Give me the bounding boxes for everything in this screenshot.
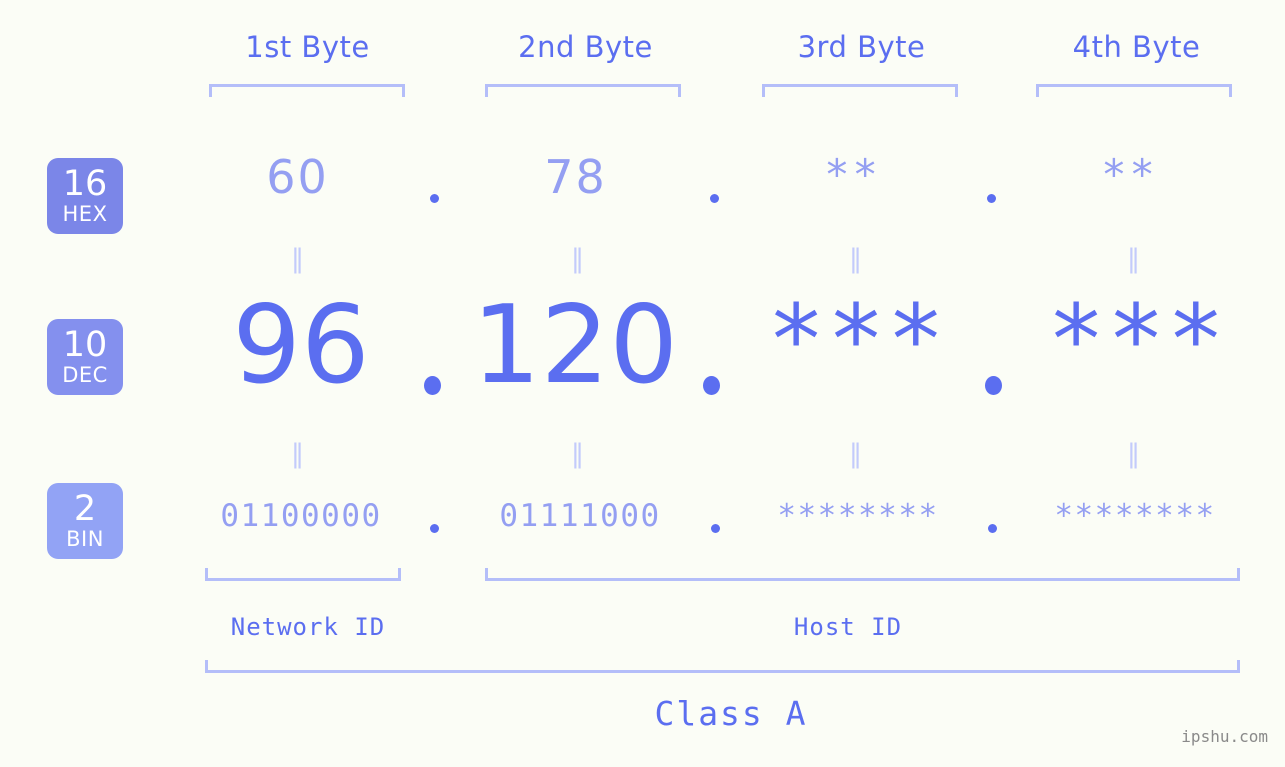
hex-separator-3	[987, 194, 996, 203]
equality-mark-decbin-2: ‖	[571, 439, 585, 469]
equality-mark-hexdec-2: ‖	[571, 244, 585, 274]
byte-header-3: 3rd Byte	[797, 30, 926, 64]
hex-byte-1: 60	[266, 150, 329, 204]
bin-byte-1: 01100000	[220, 498, 382, 534]
bin-byte-3: ********	[777, 498, 939, 534]
hex-byte-4: **	[1101, 150, 1158, 199]
base-badge-dec-number: 10	[62, 325, 108, 365]
class-bracket	[205, 660, 1240, 673]
base-badge-dec-system: DEC	[62, 363, 108, 387]
dec-separator-1	[424, 376, 441, 395]
network-id-bracket	[205, 568, 401, 581]
equality-mark-hexdec-1: ‖	[291, 244, 305, 274]
network-id-label: Network ID	[230, 613, 386, 641]
byte-bracket-1	[209, 84, 405, 97]
equality-mark-decbin-1: ‖	[291, 439, 305, 469]
dec-separator-2	[703, 376, 720, 395]
byte-header-1: 1st Byte	[245, 30, 370, 64]
base-badge-dec: 10 DEC	[47, 319, 123, 395]
hex-byte-2: 78	[544, 150, 607, 204]
base-badge-bin: 2 BIN	[47, 483, 123, 559]
equality-mark-decbin-3: ‖	[849, 439, 863, 469]
equality-mark-hexdec-3: ‖	[849, 244, 863, 274]
equality-mark-hexdec-4: ‖	[1127, 244, 1141, 274]
base-badge-bin-system: BIN	[66, 527, 104, 551]
byte-header-4: 4th Byte	[1072, 30, 1201, 64]
bin-byte-4: ********	[1054, 498, 1216, 534]
bin-separator-2	[711, 524, 720, 533]
byte-bracket-3	[762, 84, 958, 97]
base-badge-hex-number: 16	[62, 164, 108, 204]
bin-separator-1	[430, 524, 439, 533]
byte-bracket-4	[1036, 84, 1232, 97]
equality-mark-decbin-4: ‖	[1127, 439, 1141, 469]
dec-separator-3	[985, 376, 1002, 395]
watermark: ipshu.com	[1181, 727, 1268, 746]
hex-byte-3: **	[824, 150, 881, 199]
dec-byte-4: ***	[1047, 284, 1227, 396]
bin-separator-3	[988, 524, 997, 533]
class-label: Class A	[654, 694, 808, 733]
ip-breakdown-diagram: 1st Byte 2nd Byte 3rd Byte 4th Byte 16 H…	[0, 0, 1285, 767]
hex-separator-2	[710, 194, 719, 203]
host-id-bracket	[485, 568, 1240, 581]
base-badge-hex-system: HEX	[62, 202, 108, 226]
host-id-label: Host ID	[793, 613, 903, 641]
hex-separator-1	[430, 194, 439, 203]
byte-header-2: 2nd Byte	[518, 30, 653, 64]
dec-byte-2: 120	[471, 283, 679, 408]
byte-bracket-2	[485, 84, 681, 97]
dec-byte-3: ***	[767, 284, 947, 396]
base-badge-bin-number: 2	[73, 489, 97, 529]
bin-byte-2: 01111000	[499, 498, 661, 534]
dec-byte-1: 96	[232, 283, 370, 408]
base-badge-hex: 16 HEX	[47, 158, 123, 234]
